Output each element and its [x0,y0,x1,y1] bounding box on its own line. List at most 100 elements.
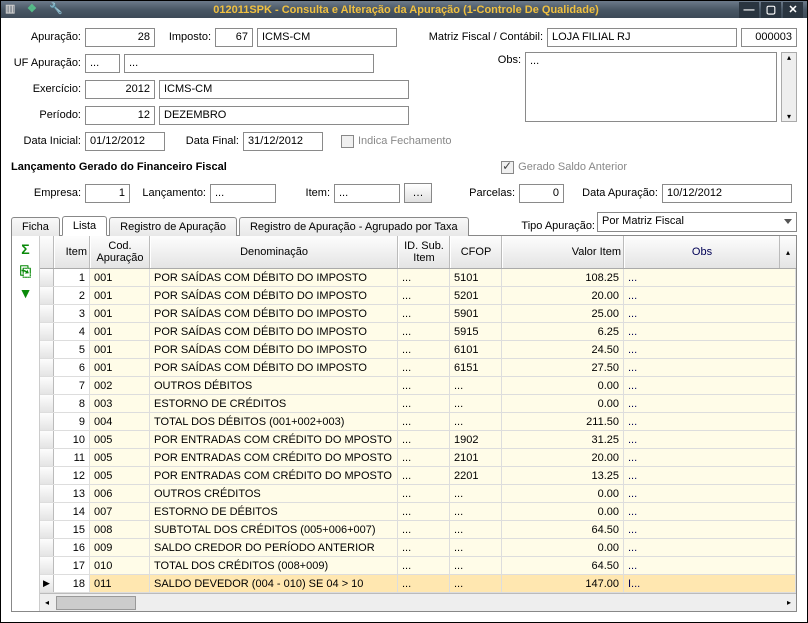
cell-ids: ... [398,449,450,466]
scroll-left-icon[interactable]: ◂ [40,598,54,607]
cell-obs[interactable]: ... [624,467,796,484]
scroll-up-icon[interactable]: ▴ [782,53,796,62]
table-row[interactable]: 3001POR SAÍDAS COM DÉBITO DO IMPOSTO...5… [40,305,796,323]
cell-obs[interactable]: I... [624,575,796,592]
col-cod[interactable]: Cod. Apuração [90,236,150,268]
maximize-button[interactable]: ▢ [761,2,781,18]
scroll-down-icon[interactable]: ▾ [782,112,796,121]
cell-den: POR SAÍDAS COM DÉBITO DO IMPOSTO [150,305,398,322]
cell-obs[interactable]: ... [624,395,796,412]
cell-cod: 005 [90,431,150,448]
close-button[interactable]: ✕ [783,2,803,18]
table-row[interactable]: 13006OUTROS CRÉDITOS......0.00... [40,485,796,503]
table-row[interactable]: 4001POR SAÍDAS COM DÉBITO DO IMPOSTO...5… [40,323,796,341]
cell-obs[interactable]: ... [624,557,796,574]
parcelas-input[interactable] [519,184,564,203]
export-icon[interactable]: ⎘ [17,262,35,280]
table-row[interactable]: 1001POR SAÍDAS COM DÉBITO DO IMPOSTO...5… [40,269,796,287]
tab-registro-taxa[interactable]: Registro de Apuração - Agrupado por Taxa [239,217,469,236]
col-val[interactable]: Valor Item [502,236,624,268]
gerado-saldo-checkbox[interactable] [501,161,514,174]
cell-item: 14 [54,503,90,520]
lancamento-input[interactable] [210,184,276,203]
indica-fechamento-checkbox[interactable] [341,135,354,148]
table-row[interactable]: 12005POR ENTRADAS COM CRÉDITO DO MPOSTO.… [40,467,796,485]
tab-ficha[interactable]: Ficha [11,217,60,236]
apuracao-input[interactable] [85,28,155,47]
toolbar-icon-1[interactable]: ▥ [5,2,21,18]
minimize-button[interactable]: — [739,2,759,18]
cell-obs[interactable]: ... [624,503,796,520]
matriz-label: Matriz Fiscal / Contábil: [429,31,543,43]
tipo-dropdown[interactable]: Por Matriz Fiscal [597,212,797,232]
scroll-right-icon[interactable]: ▸ [782,598,796,607]
table-row[interactable]: 7002OUTROS DÉBITOS......0.00... [40,377,796,395]
table-row[interactable]: 6001POR SAÍDAS COM DÉBITO DO IMPOSTO...6… [40,359,796,377]
toolbar-icon-3[interactable]: 🔧 [49,2,65,18]
table-row[interactable]: 15008SUBTOTAL DOS CRÉDITOS (005+006+007)… [40,521,796,539]
col-ids[interactable]: ID. Sub. Item [398,236,450,268]
cell-obs[interactable]: ... [624,449,796,466]
table-row[interactable]: 17010TOTAL DOS CRÉDITOS (008+009)......6… [40,557,796,575]
cell-ids: ... [398,557,450,574]
col-item[interactable]: Item [54,236,90,268]
data-apuracao-input[interactable] [662,184,792,203]
cell-obs[interactable]: ... [624,269,796,286]
data-inicial-input[interactable] [85,132,165,151]
empresa-input[interactable] [85,184,130,203]
cell-obs[interactable]: ... [624,485,796,502]
uf-code-input[interactable] [85,54,120,73]
cell-cfop: ... [450,557,502,574]
tab-lista[interactable]: Lista [62,216,107,236]
cell-obs[interactable]: ... [624,359,796,376]
cell-obs[interactable]: ... [624,413,796,430]
obs-textarea[interactable]: ... [525,52,777,122]
cell-obs[interactable]: ... [624,539,796,556]
lookup-button[interactable]: … [404,183,432,203]
cell-ids: ... [398,575,450,592]
uf-desc-input[interactable] [124,54,374,73]
table-row[interactable]: 16009SALDO CREDOR DO PERÍODO ANTERIOR...… [40,539,796,557]
matriz-desc-input[interactable] [547,28,737,47]
col-den[interactable]: Denominação [150,236,398,268]
cell-obs[interactable]: ... [624,305,796,322]
cell-obs[interactable]: ... [624,431,796,448]
table-row[interactable]: 8003ESTORNO DE CRÉDITOS......0.00... [40,395,796,413]
cell-obs[interactable]: ... [624,377,796,394]
table-row[interactable]: 10005POR ENTRADAS COM CRÉDITO DO MPOSTO.… [40,431,796,449]
col-cfop[interactable]: CFOP [450,236,502,268]
item-input[interactable] [334,184,400,203]
down-icon[interactable]: ▼ [17,284,35,302]
cell-obs[interactable]: ... [624,521,796,538]
toolbar-icon-2[interactable]: ❖ [27,2,43,18]
tab-registro[interactable]: Registro de Apuração [109,217,237,236]
table-row[interactable]: ▶18011SALDO DEVEDOR (004 - 010) SE 04 > … [40,575,796,593]
exercicio-desc-input[interactable] [159,80,409,99]
imposto-desc-input[interactable] [257,28,397,47]
periodo-desc-input[interactable] [159,106,409,125]
cell-cod: 004 [90,413,150,430]
cell-cfop: ... [450,395,502,412]
scroll-up-grid-icon[interactable]: ▴ [780,236,796,268]
cell-val: 13.25 [502,467,624,484]
cell-cod: 001 [90,269,150,286]
col-obs[interactable]: Obs [624,236,780,268]
table-row[interactable]: 9004TOTAL DOS DÉBITOS (001+002+003).....… [40,413,796,431]
sum-icon[interactable]: Σ [17,240,35,258]
table-row[interactable]: 14007ESTORNO DE DÉBITOS......0.00... [40,503,796,521]
table-row[interactable]: 11005POR ENTRADAS COM CRÉDITO DO MPOSTO.… [40,449,796,467]
cell-obs[interactable]: ... [624,323,796,340]
scroll-thumb[interactable] [56,596,136,610]
table-row[interactable]: 2001POR SAÍDAS COM DÉBITO DO IMPOSTO...5… [40,287,796,305]
imposto-code-input[interactable] [215,28,253,47]
cell-obs[interactable]: ... [624,287,796,304]
exercicio-input[interactable] [85,80,155,99]
periodo-input[interactable] [85,106,155,125]
data-final-input[interactable] [243,132,323,151]
table-row[interactable]: 5001POR SAÍDAS COM DÉBITO DO IMPOSTO...6… [40,341,796,359]
matriz-code-input[interactable] [741,28,797,47]
uf-label: UF Apuração: [11,57,81,69]
lancamento-label: Lançamento: [134,187,206,199]
cell-obs[interactable]: ... [624,341,796,358]
cell-cfop: 6151 [450,359,502,376]
